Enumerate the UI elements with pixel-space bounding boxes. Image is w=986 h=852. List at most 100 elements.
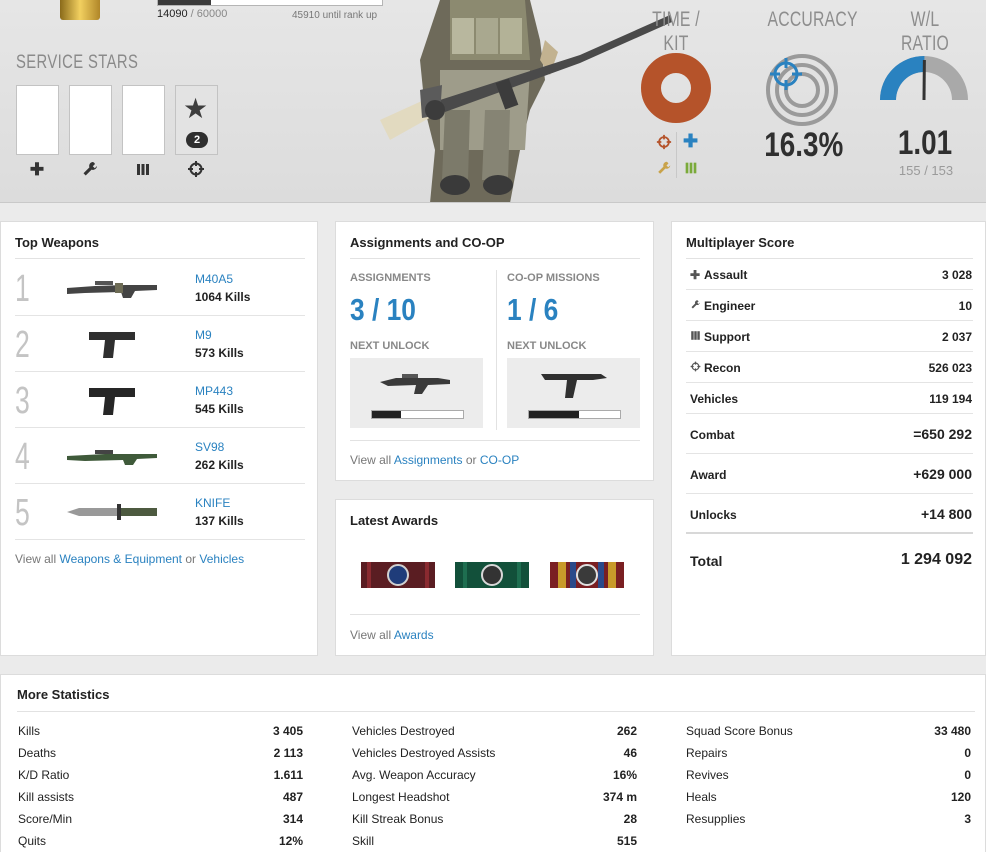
stat-label: Longest Headshot	[352, 790, 450, 804]
rank-xp: 14090 / 60000	[157, 8, 227, 20]
stat-row: Longest Headshot 374 m	[351, 787, 637, 809]
stat-label: Kill Streak Bonus	[352, 812, 444, 826]
stat-label: Vehicles Destroyed Assists	[352, 746, 496, 760]
score-label: Recon	[704, 361, 741, 375]
assignments-panel: Assignments and CO-OP ASSIGNMENTS 3 / 10…	[335, 221, 654, 481]
award-ribbon[interactable]	[550, 562, 624, 588]
rank-progress-bar	[157, 0, 383, 6]
score-row-unlocks: Unlocks +14 800	[686, 494, 973, 534]
service-star-support[interactable]	[122, 85, 165, 155]
stat-row: Kill Streak Bonus 28	[351, 809, 637, 831]
multiplayer-score-title: Multiplayer Score	[686, 235, 795, 250]
weapon-name[interactable]: M9	[195, 328, 212, 342]
or-text: or	[465, 453, 477, 467]
coop-unlock-card[interactable]	[507, 358, 640, 428]
score-row-engineer: Engineer 10	[686, 290, 973, 321]
stat-value: 12%	[278, 834, 303, 848]
stat-row: Vehicles Destroyed Assists 46	[351, 743, 637, 765]
column-divider	[496, 270, 497, 430]
stat-label: Avg. Weapon Accuracy	[352, 768, 476, 782]
multiplayer-score-panel: Multiplayer Score ✚ Assault 3 028 Enginee…	[671, 221, 986, 656]
stat-row: Squad Score Bonus 33 480	[685, 721, 971, 743]
assignment-unlock-card[interactable]	[350, 358, 483, 428]
weapon-name[interactable]: M40A5	[195, 272, 233, 286]
weapon-rank: 3	[15, 380, 30, 422]
view-all-weapons: View all Weapons & Equipment or Vehicles	[15, 552, 244, 566]
weapon-rank: 4	[15, 436, 30, 478]
weapon-row[interactable]: 5 KNIFE 137 Kills	[15, 484, 305, 540]
stat-label: Resupplies	[686, 812, 746, 826]
rank-until: 45910 until rank up	[292, 10, 378, 21]
stat-label: Skill	[352, 834, 375, 848]
wl-ratio-title: W/L RATIO	[900, 8, 950, 55]
stat-value: 33 480	[934, 724, 971, 738]
stat-value: 28	[623, 812, 637, 826]
stat-value: 3 405	[272, 724, 303, 738]
stat-row: Quits 12%	[17, 831, 303, 852]
stat-row: Kill assists 487	[17, 787, 303, 809]
wl-ratio-gauge	[880, 55, 968, 101]
stat-value: 374 m	[602, 790, 637, 804]
stat-label: K/D Ratio	[18, 768, 70, 782]
weapon-row[interactable]: 1 M40A5 1064 Kills	[15, 260, 305, 316]
stat-value: 487	[282, 790, 303, 804]
stat-value: 314	[282, 812, 303, 826]
support-ammo-icon	[683, 160, 699, 176]
score-value: =650 292	[913, 426, 972, 442]
score-label: Assault	[704, 268, 748, 282]
stat-label: Deaths	[18, 746, 57, 760]
engineer-wrench-icon	[80, 160, 100, 180]
stat-row: Repairs 0	[685, 743, 971, 765]
score-row-support: Support 2 037	[686, 321, 973, 352]
weapon-row[interactable]: 3 MP443 545 Kills	[15, 372, 305, 428]
stat-value: 1.611	[273, 768, 303, 782]
service-star-assault[interactable]	[16, 85, 59, 155]
stat-value: 0	[964, 768, 971, 782]
assignment-unlock-fill	[372, 411, 402, 418]
stat-value: 515	[616, 834, 637, 848]
rifle-icon	[380, 374, 450, 394]
award-ribbon[interactable]	[455, 562, 529, 588]
coop-unlock-fill	[529, 411, 580, 418]
stat-value: 0	[964, 746, 971, 760]
score-total-label: Total	[690, 553, 723, 569]
award-ribbon[interactable]	[361, 562, 435, 588]
weapon-rank: 5	[15, 492, 30, 534]
score-value: +629 000	[913, 466, 972, 482]
vehicles-link[interactable]: Vehicles	[199, 552, 244, 566]
assignments-link[interactable]: Assignments	[394, 453, 463, 467]
stat-value: 262	[616, 724, 637, 738]
stat-row: K/D Ratio 1.611	[17, 765, 303, 787]
score-value: +14 800	[921, 506, 972, 522]
score-label: Combat	[690, 428, 735, 442]
time-kit-donut	[641, 53, 711, 123]
weapon-name[interactable]: MP443	[195, 384, 233, 398]
service-star-engineer[interactable]	[69, 85, 112, 155]
weapon-name[interactable]: SV98	[195, 440, 224, 454]
weapon-row[interactable]: 4 SV98 262 Kills	[15, 428, 305, 484]
service-star-count: 2	[186, 132, 208, 148]
stat-row: Revives 0	[685, 765, 971, 787]
stat-label: Kills	[18, 724, 41, 738]
weapons-equipment-link[interactable]: Weapons & Equipment	[59, 552, 182, 566]
weapon-kills: 1064 Kills	[195, 290, 251, 304]
latest-awards-title: Latest Awards	[350, 513, 439, 528]
stat-row: Score/Min 314	[17, 809, 303, 831]
awards-link[interactable]: Awards	[394, 628, 434, 642]
coop-unlock-progress	[528, 410, 621, 419]
kit-divider	[676, 132, 677, 178]
coop-label: CO-OP MISSIONS	[507, 272, 600, 284]
weapon-row[interactable]: 2 M9 573 Kills	[15, 316, 305, 372]
next-unlock-label: NEXT UNLOCK	[350, 340, 430, 352]
coop-link[interactable]: CO-OP	[480, 453, 519, 467]
stat-value: 120	[950, 790, 971, 804]
assault-plus-icon: ✚	[29, 160, 45, 179]
stat-row: Deaths 2 113	[17, 743, 303, 765]
score-row-combat: Combat =650 292	[686, 414, 973, 454]
score-value: 3 028	[941, 268, 972, 282]
stat-value: 3	[964, 812, 971, 826]
accuracy-value: 16.3%	[764, 126, 844, 164]
service-star-recon[interactable]: ★ 2	[175, 85, 218, 155]
stat-row: Kills 3 405	[17, 721, 303, 743]
weapon-name[interactable]: KNIFE	[195, 496, 230, 510]
